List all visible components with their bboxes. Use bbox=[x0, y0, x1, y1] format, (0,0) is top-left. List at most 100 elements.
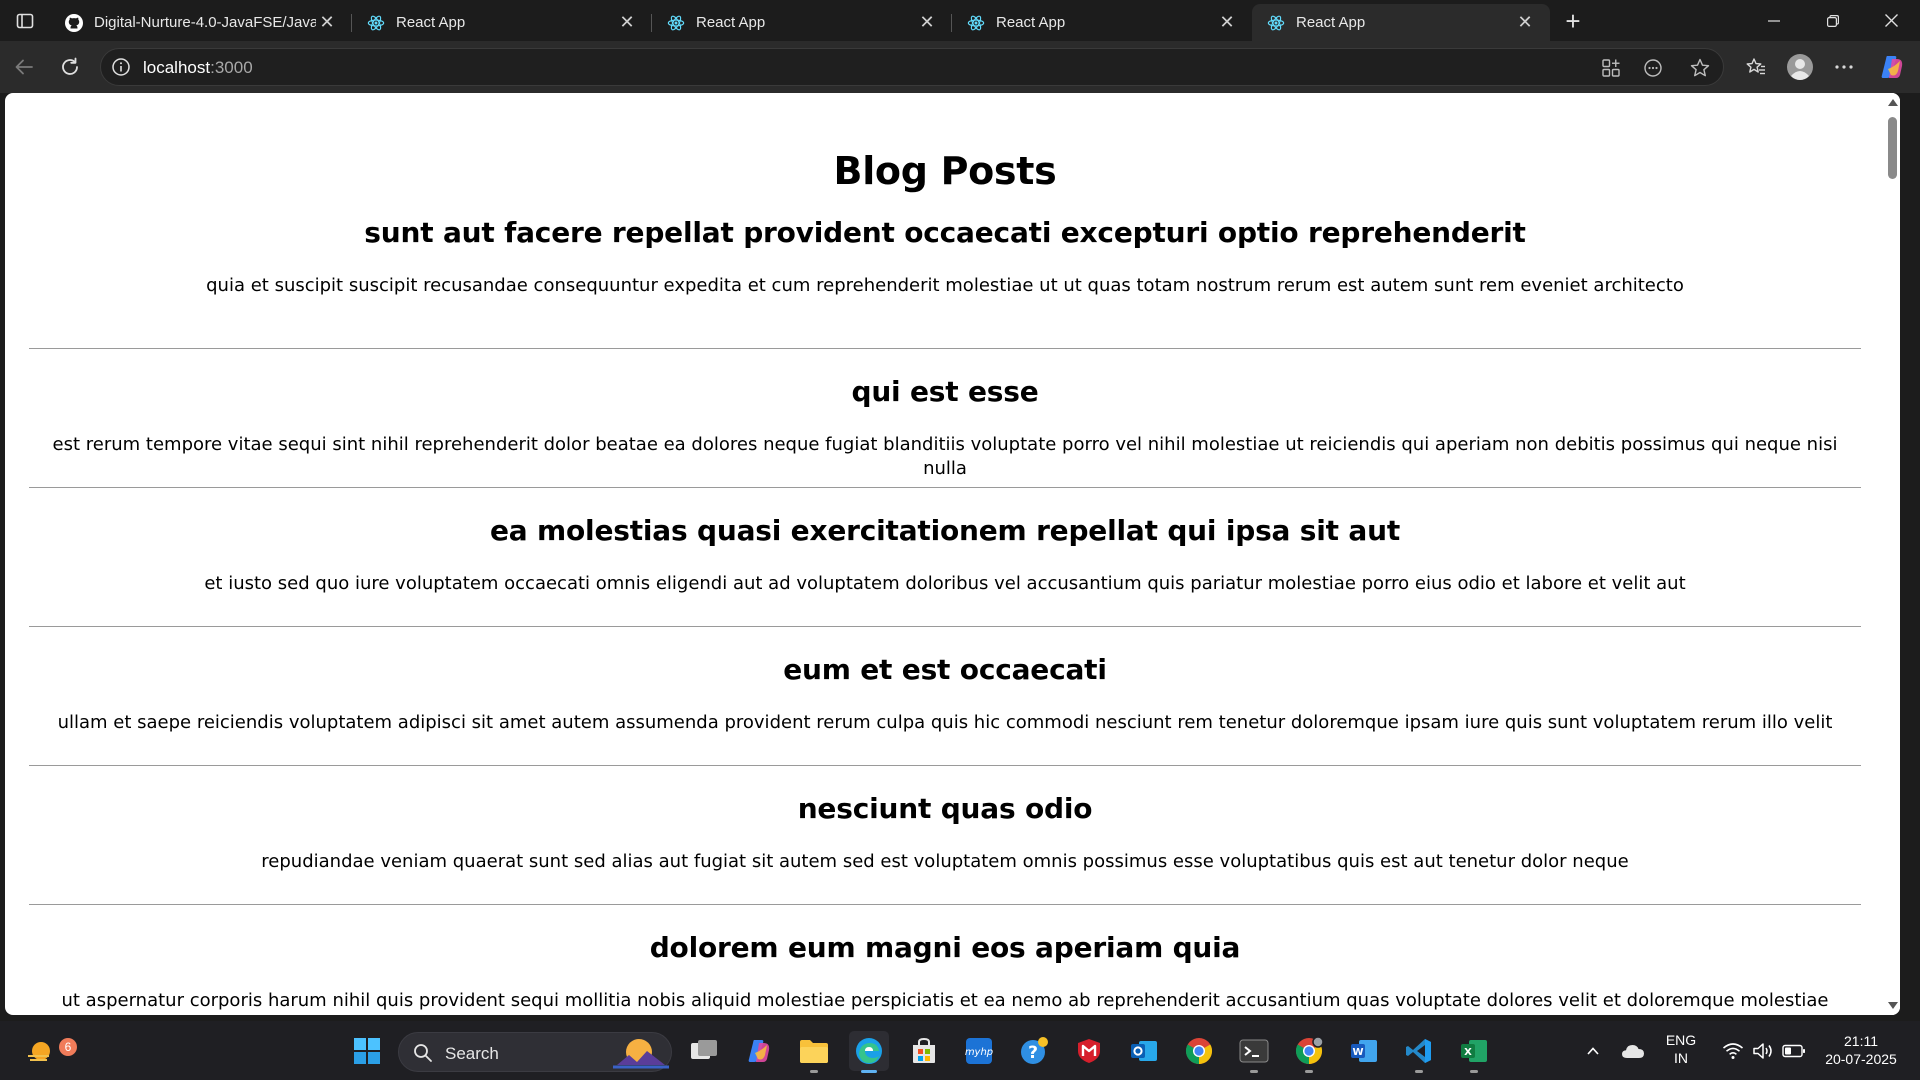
app-available-icon[interactable] bbox=[1600, 57, 1622, 79]
clock-date: 20-07-2025 bbox=[1825, 1051, 1897, 1067]
show-hidden-icons-button[interactable] bbox=[1573, 1031, 1613, 1071]
close-window-button[interactable] bbox=[1864, 0, 1918, 41]
search-icon bbox=[414, 1044, 432, 1062]
tab-actions-icon[interactable] bbox=[12, 8, 38, 34]
tab-react-app-3[interactable]: React App ✕ bbox=[952, 4, 1252, 41]
post-title: eum et est occaecati bbox=[783, 653, 1107, 686]
post-title: sunt aut facere repellat provident occae… bbox=[364, 216, 1526, 249]
weather-widget[interactable]: 6 bbox=[20, 1031, 77, 1071]
notification-badge: 6 bbox=[59, 1038, 77, 1056]
post-body: repudiandae veniam quaerat sunt sed alia… bbox=[261, 851, 1629, 872]
blog-post: nesciunt quas odio repudiandae veniam qu… bbox=[29, 766, 1861, 905]
post-body: quia et suscipit suscipit recusandae con… bbox=[206, 275, 1684, 296]
close-icon[interactable]: ✕ bbox=[1216, 12, 1238, 34]
mcafee-app[interactable] bbox=[1069, 1031, 1109, 1071]
post-title: dolorem eum magni eos aperiam quia bbox=[649, 931, 1241, 964]
terminal-icon bbox=[1239, 1039, 1269, 1063]
favorites-icon[interactable] bbox=[1740, 51, 1772, 83]
wifi-icon bbox=[1722, 1043, 1744, 1059]
react-icon bbox=[666, 13, 686, 33]
taskbar: 6 Search myhp ? W X ENG IN 21:11 20-07-2… bbox=[0, 1021, 1920, 1080]
vertical-scrollbar[interactable] bbox=[1885, 93, 1900, 1015]
clock[interactable]: 21:11 20-07-2025 bbox=[1812, 1032, 1910, 1068]
back-button[interactable] bbox=[8, 51, 40, 83]
chrome-profile-app[interactable] bbox=[1289, 1031, 1329, 1073]
myhp-app[interactable]: myhp bbox=[959, 1031, 999, 1071]
tab-react-app-active[interactable]: React App ✕ bbox=[1252, 4, 1550, 41]
scrollbar-thumb[interactable] bbox=[1888, 117, 1897, 179]
browser-toolbar: localhost:3000 bbox=[0, 41, 1920, 93]
onedrive-button[interactable] bbox=[1613, 1031, 1653, 1071]
outlook-app[interactable] bbox=[1124, 1031, 1164, 1071]
chrome-app[interactable] bbox=[1179, 1031, 1219, 1071]
tab-title: Digital-Nurture-4.0-JavaFSE/Java bbox=[94, 14, 316, 31]
close-icon[interactable]: ✕ bbox=[1514, 12, 1536, 34]
react-icon bbox=[1266, 13, 1286, 33]
page-content: Blog Posts sunt aut facere repellat prov… bbox=[5, 149, 1885, 1015]
tab-github[interactable]: Digital-Nurture-4.0-JavaFSE/Java ✕ bbox=[50, 4, 352, 41]
tab-title: React App bbox=[1296, 14, 1366, 31]
volume-icon bbox=[1753, 1043, 1772, 1059]
svg-text:X: X bbox=[1464, 1047, 1472, 1058]
language-indicator[interactable]: ENG IN bbox=[1658, 1031, 1704, 1067]
address-bar[interactable]: localhost:3000 bbox=[100, 48, 1724, 86]
folder-icon bbox=[800, 1040, 828, 1063]
post-body: et iusto sed quo iure voluptatem occaeca… bbox=[204, 573, 1686, 594]
excel-icon: X bbox=[1461, 1040, 1487, 1062]
blog-post: sunt aut facere repellat provident occae… bbox=[29, 213, 1861, 349]
taskbar-search[interactable]: Search bbox=[398, 1032, 672, 1072]
tab-react-app-1[interactable]: React App ✕ bbox=[352, 4, 652, 41]
scroll-up-icon[interactable] bbox=[1888, 99, 1898, 106]
edge-icon bbox=[856, 1038, 882, 1064]
copilot-icon[interactable] bbox=[1876, 51, 1908, 83]
restore-button[interactable] bbox=[1806, 0, 1860, 41]
profile-avatar[interactable] bbox=[1784, 51, 1816, 83]
url-text[interactable]: localhost:3000 bbox=[143, 58, 253, 78]
get-help-app[interactable]: ? bbox=[1014, 1031, 1054, 1071]
scroll-down-icon[interactable] bbox=[1888, 1002, 1898, 1009]
minimize-button[interactable] bbox=[1747, 0, 1801, 41]
close-icon[interactable]: ✕ bbox=[916, 12, 938, 34]
terminal-app[interactable] bbox=[1234, 1031, 1274, 1073]
task-view-button[interactable] bbox=[684, 1031, 724, 1071]
vscode-app[interactable] bbox=[1399, 1031, 1439, 1073]
favorite-star-icon[interactable] bbox=[1689, 57, 1711, 79]
react-icon bbox=[966, 13, 986, 33]
file-explorer-app[interactable] bbox=[794, 1031, 834, 1073]
store-app[interactable] bbox=[904, 1031, 944, 1071]
post-title: nesciunt quas odio bbox=[797, 792, 1093, 825]
react-icon bbox=[366, 13, 386, 33]
svg-text:?: ? bbox=[1028, 1043, 1038, 1063]
clock-time: 21:11 bbox=[1844, 1033, 1878, 1049]
tab-title: React App bbox=[696, 14, 766, 31]
new-tab-button[interactable]: + bbox=[1558, 6, 1588, 36]
battery-icon bbox=[1782, 1044, 1805, 1058]
site-info-icon[interactable] bbox=[111, 57, 131, 77]
edge-app[interactable] bbox=[849, 1031, 889, 1073]
reload-button[interactable] bbox=[54, 51, 86, 83]
chrome-icon bbox=[1185, 1038, 1213, 1065]
myhp-icon: myhp bbox=[965, 1038, 993, 1064]
close-icon[interactable]: ✕ bbox=[616, 12, 638, 34]
word-app[interactable]: W bbox=[1344, 1031, 1384, 1071]
tab-title: React App bbox=[996, 14, 1066, 31]
outlook-icon bbox=[1131, 1041, 1157, 1061]
page-viewport: Blog Posts sunt aut facere repellat prov… bbox=[5, 93, 1900, 1015]
blog-post: eum et est occaecati ullam et saepe reic… bbox=[29, 627, 1861, 766]
post-title: ea molestias quasi exercitationem repell… bbox=[490, 514, 1400, 547]
copilot-app[interactable] bbox=[739, 1031, 779, 1071]
more-options-icon[interactable] bbox=[1828, 51, 1860, 83]
close-icon[interactable]: ✕ bbox=[316, 12, 338, 34]
cloud-icon bbox=[1622, 1045, 1644, 1058]
tab-react-app-2[interactable]: React App ✕ bbox=[652, 4, 952, 41]
start-button[interactable] bbox=[347, 1031, 387, 1071]
post-body: ut aspernatur corporis harum nihil quis … bbox=[61, 990, 1829, 1011]
weather-icon bbox=[28, 1042, 50, 1061]
copilot-icon bbox=[748, 1040, 770, 1062]
excel-app[interactable]: X bbox=[1454, 1031, 1494, 1073]
task-view-icon bbox=[691, 1040, 717, 1059]
quick-settings-button[interactable] bbox=[1712, 1031, 1816, 1071]
vscode-icon bbox=[1406, 1039, 1431, 1063]
chevron-up-icon bbox=[1587, 1047, 1599, 1055]
read-aloud-icon[interactable] bbox=[1642, 57, 1664, 79]
